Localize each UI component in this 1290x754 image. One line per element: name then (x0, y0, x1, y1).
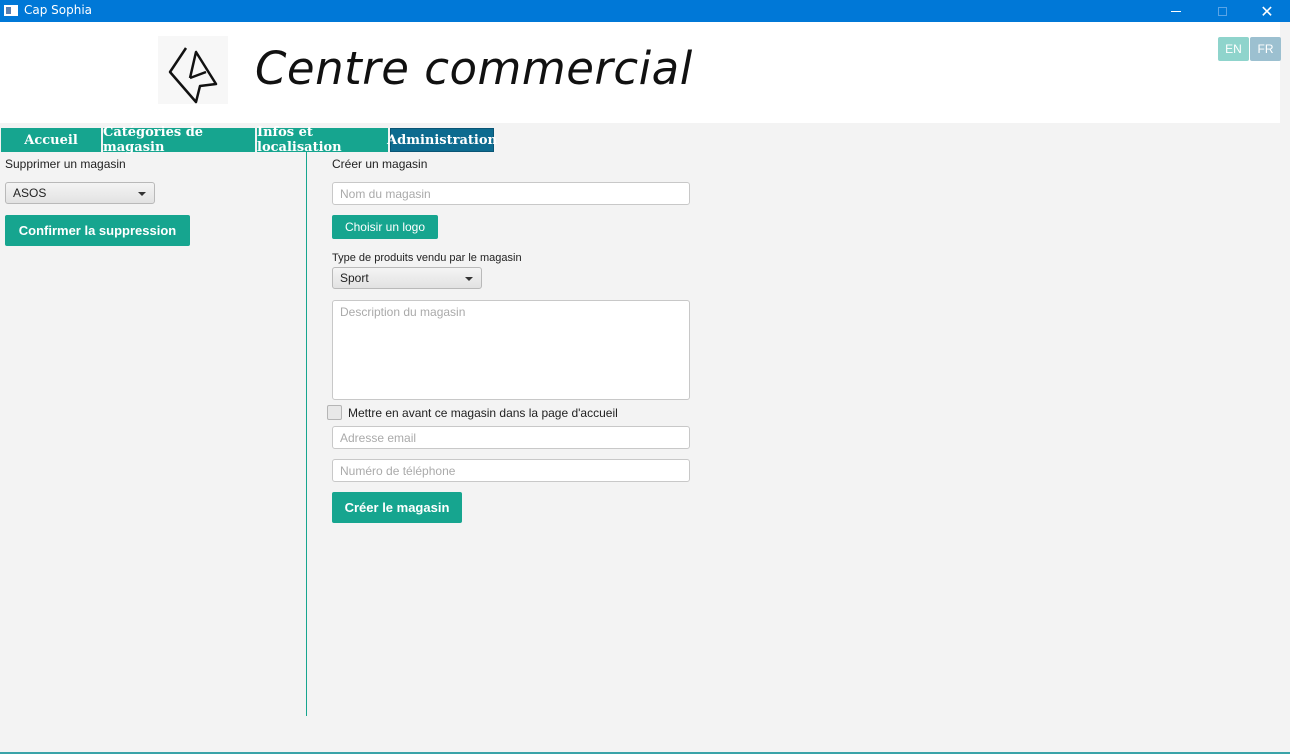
window-titlebar: Cap Sophia ✕ (0, 0, 1290, 22)
tab-accueil[interactable]: Accueil (1, 128, 101, 152)
app-icon (4, 5, 18, 16)
minimize-button[interactable] (1153, 0, 1199, 22)
app-header: Centre commercial EN FR (0, 22, 1281, 123)
chevron-down-icon (138, 192, 146, 196)
minimize-icon (1171, 10, 1181, 12)
tab-administration[interactable]: Administration (387, 128, 497, 152)
tab-categories[interactable]: Catégories de magasin (103, 125, 255, 155)
tab-infos-localisation[interactable]: Infos et localisation (257, 125, 388, 155)
product-type-label: Type de produits vendu par le magasin (332, 252, 522, 264)
chevron-down-icon (465, 277, 473, 281)
store-select-value: ASOS (13, 186, 47, 200)
choose-logo-button[interactable]: Choisir un logo (332, 215, 438, 239)
app-title: Centre commercial (255, 42, 693, 95)
store-name-input[interactable]: Nom du magasin (332, 182, 690, 205)
feature-store-label[interactable]: Mettre en avant ce magasin dans la page … (348, 406, 618, 420)
pane-divider[interactable] (306, 152, 307, 716)
email-input[interactable]: Adresse email (332, 426, 690, 449)
product-type-value: Sport (340, 271, 369, 285)
phone-input[interactable]: Numéro de téléphone (332, 459, 690, 482)
confirm-delete-button[interactable]: Confirmer la suppression (5, 215, 190, 246)
logo-icon (168, 47, 218, 104)
create-store-button[interactable]: Créer le magasin (332, 492, 462, 523)
delete-section-title: Supprimer un magasin (5, 157, 126, 171)
create-section-title: Créer un magasin (332, 157, 428, 171)
maximize-button[interactable] (1199, 0, 1245, 22)
maximize-icon (1217, 6, 1227, 16)
language-en-button[interactable]: EN (1218, 37, 1249, 61)
close-button[interactable]: ✕ (1244, 0, 1290, 22)
window-title: Cap Sophia (24, 3, 93, 17)
store-description-textarea[interactable]: Description du magasin (332, 300, 690, 400)
store-select[interactable]: ASOS (5, 182, 155, 204)
language-fr-button[interactable]: FR (1250, 37, 1281, 61)
product-type-select[interactable]: Sport (332, 267, 482, 289)
logo (158, 36, 228, 104)
feature-store-checkbox[interactable] (327, 405, 342, 420)
